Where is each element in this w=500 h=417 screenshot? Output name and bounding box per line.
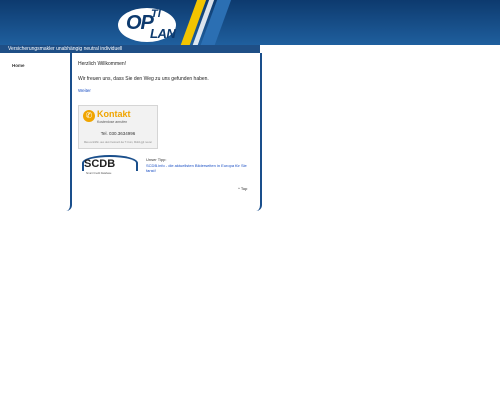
scdb-name: SCDB (84, 158, 116, 170)
logo-text-main: OP (126, 12, 154, 34)
greeting-text: Herzlich Willkommen! (78, 61, 127, 67)
tip-link[interactable]: SCDB.info - die aktuellsten Bilderseiten… (146, 163, 256, 173)
continue-link[interactable]: Weiter (78, 88, 91, 93)
logo-text-top: TI (151, 8, 161, 20)
intro-text: Wir freuen uns, dass Sie den Weg zu uns … (78, 76, 209, 82)
contact-footnote: Max.cent/Min. aus dem Festnetz der T-Com… (83, 141, 153, 144)
contact-subtitle: Kostenlose anrufen (97, 120, 128, 124)
sidebar: Home (0, 53, 72, 211)
contact-phone: Tel. 030.3634996 (100, 131, 136, 136)
back-to-top-link[interactable]: ^ Top (238, 186, 247, 191)
logo-text-bottom: LAN (150, 26, 176, 41)
scdb-subtitle: Smart Credit Database (86, 172, 112, 175)
phone-icon: ✆ (83, 110, 95, 122)
optiplan-logo[interactable]: OP TI LAN (118, 4, 188, 44)
contact-title: Kontakt (97, 109, 131, 119)
tagline: Versicherungsmakler unabhängig neutral i… (8, 46, 123, 52)
header-banner: OP TI LAN (0, 0, 500, 45)
sidebar-item-home[interactable]: Home (12, 63, 25, 68)
main-content: Herzlich Willkommen! Wir freuen uns, das… (72, 53, 262, 211)
scdb-logo[interactable]: SCDB Smart Credit Database (80, 155, 138, 177)
tip-label: Unser Tipp: (146, 157, 167, 162)
contact-box[interactable]: ✆ Kontakt Kostenlose anrufen Tel. 030.36… (78, 105, 158, 149)
